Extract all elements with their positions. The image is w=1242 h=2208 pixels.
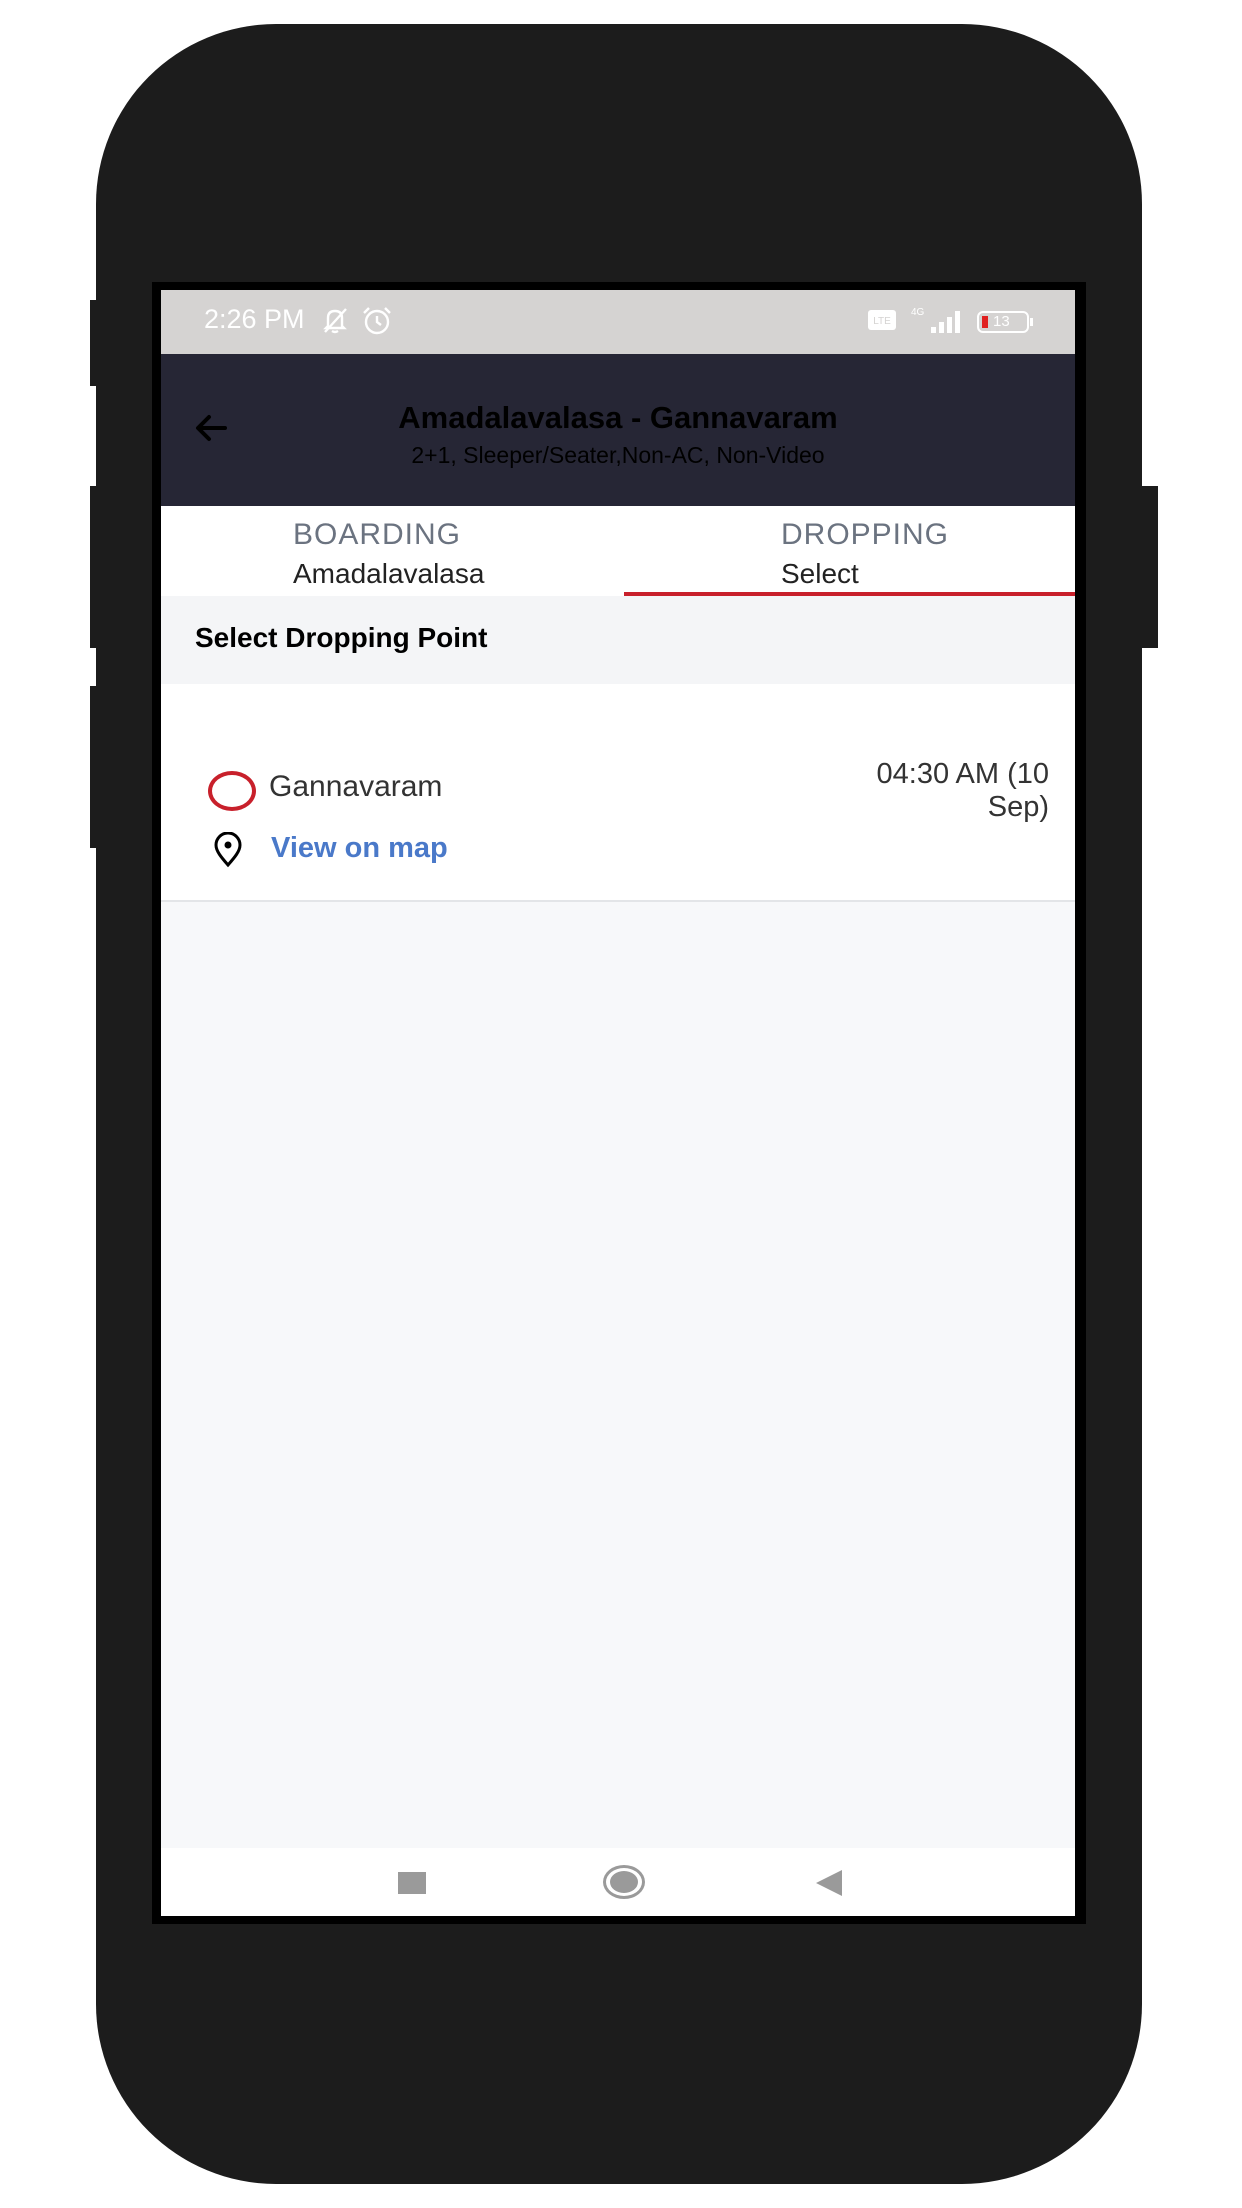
point-tabs: BOARDING Amadalavalasa DROPPING Select [161, 506, 1075, 598]
home-button[interactable] [603, 1865, 645, 1899]
battery-level: 13 [993, 313, 1010, 330]
bus-type-subtitle: 2+1, Sleeper/Seater,Non-AC, Non-Video [411, 442, 825, 468]
phone-side-button [90, 686, 102, 848]
phone-side-button [90, 486, 102, 648]
phone-side-button [90, 300, 102, 386]
battery-icon: 13 [977, 310, 1035, 334]
svg-text:4G: 4G [911, 307, 925, 318]
tab-dropping[interactable]: DROPPING Select [618, 506, 1075, 598]
view-on-map-link[interactable]: View on map [271, 832, 448, 865]
tab-boarding[interactable]: BOARDING Amadalavalasa [161, 506, 618, 598]
dropping-point-radio[interactable] [208, 771, 256, 811]
recent-apps-button[interactable] [398, 1872, 426, 1894]
tab-boarding-value: Amadalavalasa [293, 558, 485, 589]
tab-dropping-value: Select [781, 558, 859, 589]
dropping-point-name: Gannavaram [269, 770, 443, 803]
dropping-point-item[interactable]: Gannavaram 04:30 AM (10 Sep) View on map [161, 684, 1075, 902]
status-time: 2:26 PM [204, 304, 305, 334]
tab-dropping-label: DROPPING [781, 518, 950, 551]
svg-text:LTE: LTE [873, 316, 891, 327]
phone-power-button [1140, 486, 1158, 648]
system-nav-bar [161, 1848, 1075, 1916]
dropping-point-time: 04:30 AM (10 Sep) [789, 758, 1050, 824]
section-title: Select Dropping Point [195, 622, 488, 653]
dropping-point-time-line1: 04:30 AM (10 [876, 758, 1050, 790]
system-back-button[interactable] [816, 1870, 842, 1896]
section-header: Select Dropping Point [161, 596, 1075, 684]
tab-boarding-label: BOARDING [293, 518, 462, 551]
route-title: Amadalavalasa - Gannavaram [398, 400, 838, 435]
alarm-icon [360, 304, 394, 343]
4g-signal-icon: 4G [909, 305, 965, 340]
app-header: Amadalavalasa - Gannavaram 2+1, Sleeper/… [161, 354, 1075, 506]
volte-icon: LTE [867, 309, 897, 336]
map-pin-icon [211, 831, 245, 868]
mute-bell-icon [319, 304, 351, 341]
dropping-point-time-line2: Sep) [987, 791, 1049, 823]
app-screen: 2:26 PM LTE 4G 13 Amadalavalasa - Gannav… [161, 290, 1075, 1916]
status-icons: LTE 4G 13 [867, 306, 1035, 338]
status-bar: 2:26 PM LTE 4G 13 [161, 290, 1075, 354]
